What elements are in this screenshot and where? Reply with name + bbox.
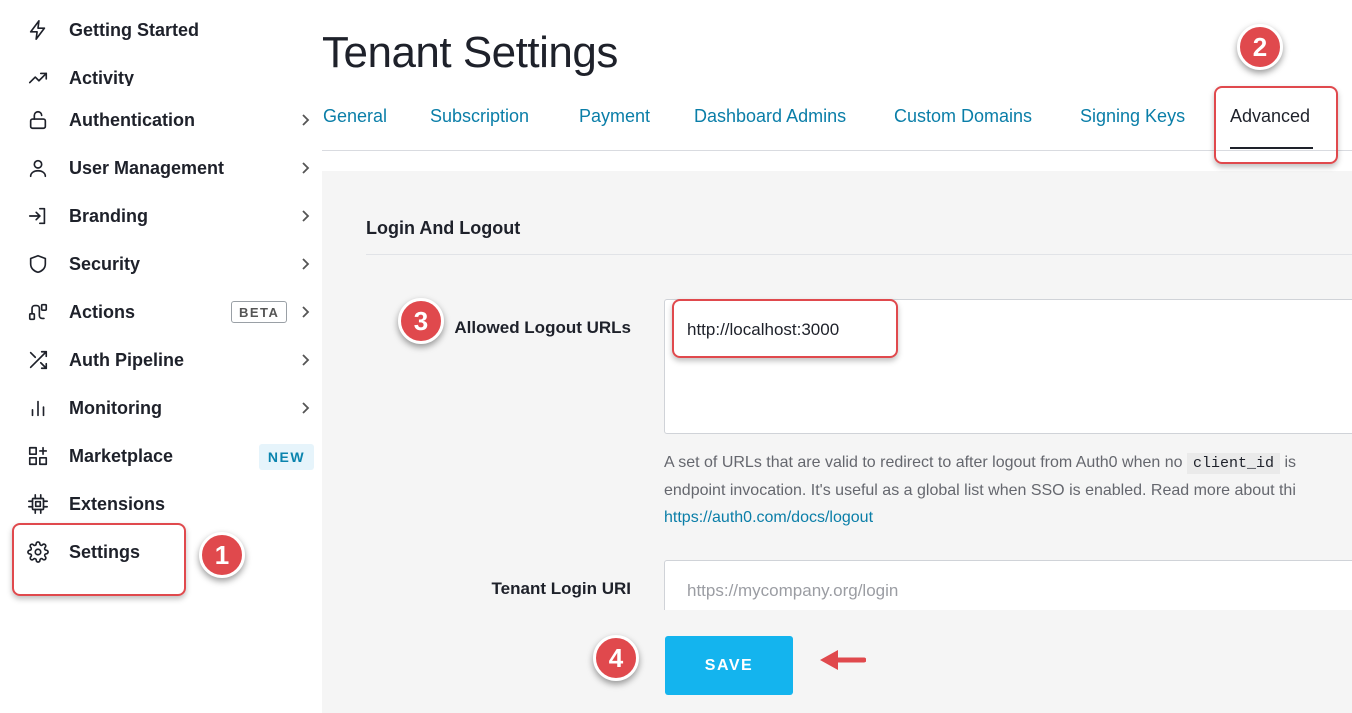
lock-icon <box>26 108 50 132</box>
highlight-advanced-tab <box>1214 86 1338 164</box>
tab-subscription[interactable]: Subscription <box>430 106 529 127</box>
sidebar-item-label: Authentication <box>69 109 195 130</box>
user-icon <box>26 156 50 180</box>
lightning-icon <box>26 18 50 42</box>
tab-payment[interactable]: Payment <box>579 106 650 127</box>
chevron-right-icon <box>298 209 312 223</box>
sidebar-item-auth-pipeline[interactable]: Auth Pipeline <box>0 340 322 380</box>
section-divider <box>366 254 1352 255</box>
sidebar-item-label: User Management <box>69 157 225 178</box>
tab-general[interactable]: General <box>323 106 387 127</box>
step-marker-3: 3 <box>398 298 444 344</box>
tab-signing-keys[interactable]: Signing Keys <box>1080 106 1185 127</box>
chevron-right-icon <box>298 353 312 367</box>
step-marker-2: 2 <box>1237 24 1283 70</box>
save-button[interactable]: SAVE <box>665 636 793 695</box>
logout-urls-label: Allowed Logout URLs <box>454 318 631 337</box>
logout-urls-help: A set of URLs that are valid to redirect… <box>664 449 1352 531</box>
sidebar-item-label: Extensions <box>69 493 166 514</box>
section-title: Login And Logout <box>366 218 521 238</box>
login-uri-label: Tenant Login URI <box>491 579 631 598</box>
sidebar-item-marketplace[interactable]: Marketplace NEW <box>0 436 322 476</box>
chevron-right-icon <box>298 305 312 319</box>
sidebar-item-label: Actions <box>69 301 136 322</box>
sidebar-item-branding[interactable]: Branding <box>0 196 322 236</box>
shield-icon <box>26 252 50 276</box>
shuffle-icon <box>26 348 50 372</box>
arrow-left-icon <box>820 650 866 670</box>
help-text: endpoint invocation. It's useful as a gl… <box>664 482 1296 499</box>
sidebar-item-label: Security <box>69 253 141 274</box>
chip-icon <box>26 492 50 516</box>
trending-up-icon <box>26 66 50 86</box>
logout-docs-link[interactable]: https://auth0.com/docs/logout <box>664 509 873 526</box>
sidebar-item-authentication[interactable]: Authentication <box>0 100 322 140</box>
tab-custom-domains[interactable]: Custom Domains <box>894 106 1032 127</box>
sidebar-item-label: Monitoring <box>69 397 162 418</box>
chevron-right-icon <box>298 161 312 175</box>
tab-bar: General Subscription Payment Dashboard A… <box>322 96 1352 151</box>
beta-badge: BETA <box>231 301 288 323</box>
sidebar-item-label: Auth Pipeline <box>69 349 185 370</box>
login-arrow-icon <box>26 204 50 228</box>
sidebar-item-actions[interactable]: Actions BETA <box>0 292 322 332</box>
grid-plus-icon <box>26 444 50 468</box>
new-badge: NEW <box>259 444 314 470</box>
page-title: Tenant Settings <box>322 28 618 77</box>
login-uri-input[interactable]: https://mycompany.org/login <box>664 560 1352 610</box>
settings-panel: Login And Logout Allowed Logout URLs htt… <box>322 171 1352 713</box>
sidebar-item-label: Activity <box>69 68 135 86</box>
client-id-code: client_id <box>1186 453 1280 474</box>
chevron-right-icon <box>298 113 312 127</box>
tab-dashboard-admins[interactable]: Dashboard Admins <box>694 106 846 127</box>
sidebar-item-user-management[interactable]: User Management <box>0 148 322 188</box>
highlight-settings <box>12 523 186 596</box>
sidebar-item-extensions[interactable]: Extensions <box>0 484 322 524</box>
login-uri-placeholder: https://mycompany.org/login <box>687 581 899 600</box>
chevron-right-icon <box>298 257 312 271</box>
bar-chart-icon <box>26 396 50 420</box>
chevron-right-icon <box>298 401 312 415</box>
sidebar-item-label: Getting Started <box>69 19 200 40</box>
highlight-logout-url <box>672 299 898 358</box>
sidebar-item-monitoring[interactable]: Monitoring <box>0 388 322 428</box>
sidebar-item-security[interactable]: Security <box>0 244 322 284</box>
help-text: A set of URLs that are valid to redirect… <box>664 454 1183 471</box>
step-marker-1: 1 <box>199 532 245 578</box>
sidebar-item-label: Marketplace <box>69 445 174 466</box>
actions-flow-icon <box>26 300 50 324</box>
sidebar-item-label: Branding <box>69 205 148 226</box>
help-text: is <box>1284 454 1296 471</box>
sidebar: Getting Started Activity Authentication … <box>0 0 322 713</box>
sidebar-item-activity[interactable]: Activity <box>0 58 322 86</box>
sidebar-item-getting-started[interactable]: Getting Started <box>0 10 322 50</box>
step-marker-4: 4 <box>593 635 639 681</box>
